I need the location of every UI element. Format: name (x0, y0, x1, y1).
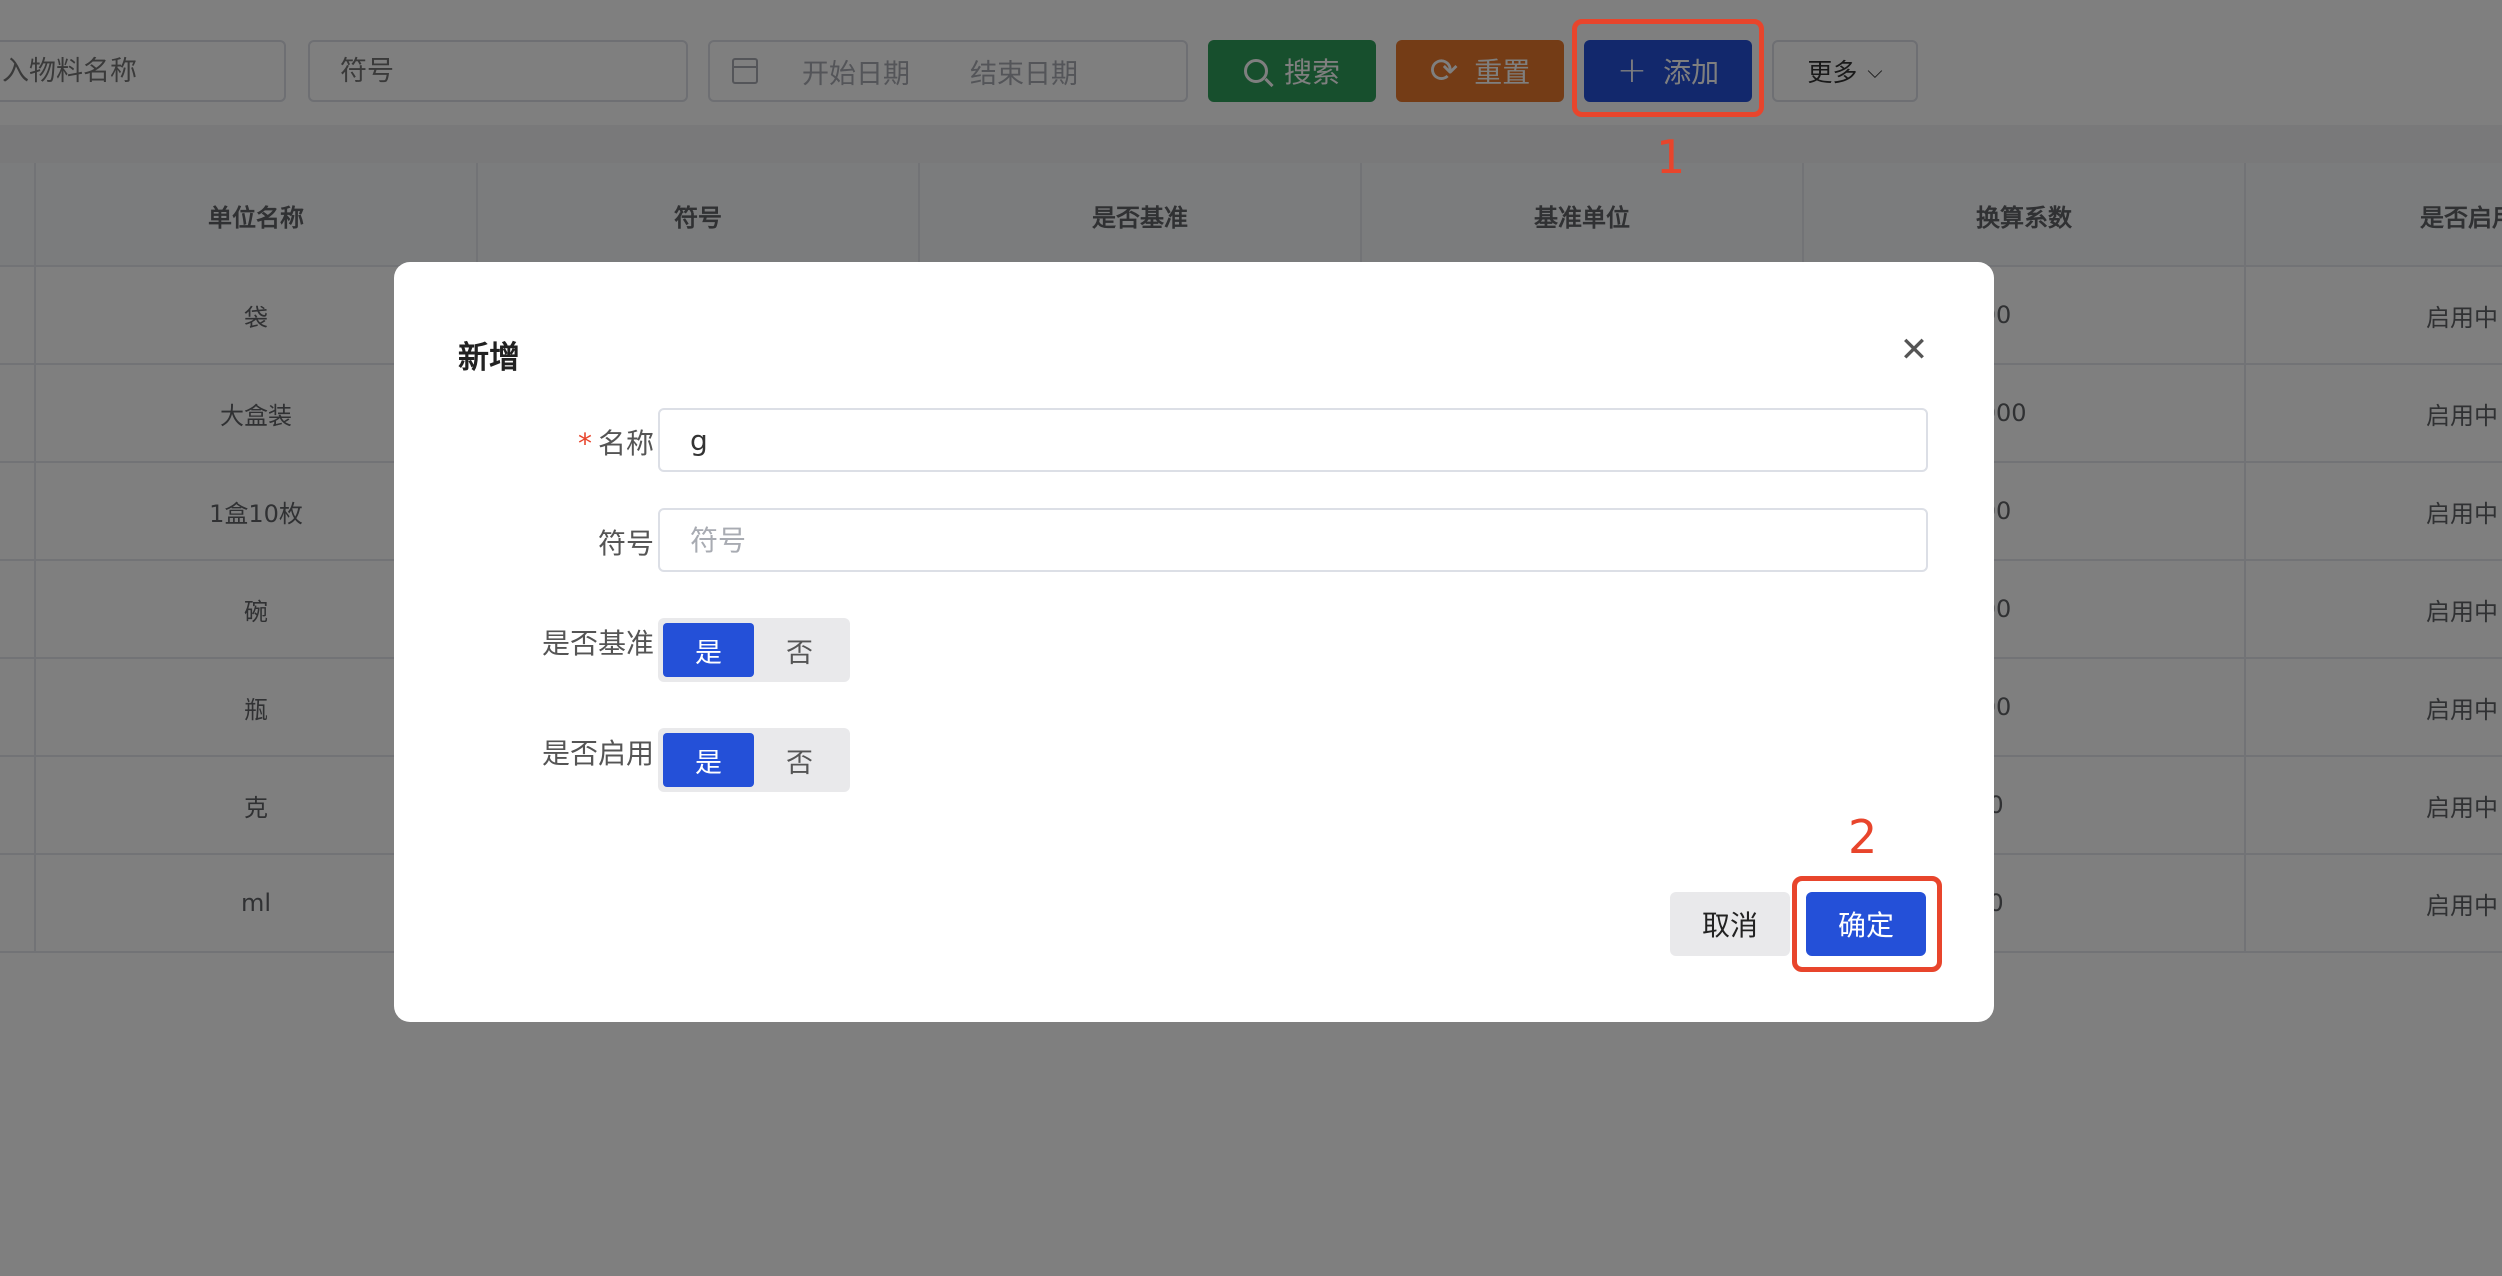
step-number-2: 2 (1848, 810, 1878, 864)
is-base-label: 是否基准 (541, 627, 654, 660)
name-label: * 名称 (577, 427, 654, 460)
is-enabled-toggle: 是 否 (658, 728, 850, 792)
is-base-yes-option[interactable]: 是 (663, 623, 754, 677)
step-number-1: 1 (1656, 130, 1686, 184)
add-unit-dialog: 新增 ✕ *名称 符号 是否基准 是 否 是否启用 是 否 取消 确定 (394, 262, 1994, 1022)
close-icon[interactable]: ✕ (1890, 326, 1938, 374)
is-base-no-option[interactable]: 否 (754, 623, 845, 677)
name-input[interactable] (658, 408, 1928, 472)
highlight-confirm-button (1792, 876, 1942, 972)
required-mark: * (577, 427, 592, 460)
symbol-label: 符号 (597, 527, 654, 560)
is-enabled-label: 是否启用 (541, 737, 654, 770)
highlight-add-button (1572, 19, 1764, 117)
dialog-title: 新增 (458, 340, 520, 376)
cancel-button[interactable]: 取消 (1670, 892, 1790, 956)
is-enabled-yes-option[interactable]: 是 (663, 733, 754, 787)
symbol-input[interactable] (658, 508, 1928, 572)
is-base-toggle: 是 否 (658, 618, 850, 682)
is-enabled-no-option[interactable]: 否 (754, 733, 845, 787)
